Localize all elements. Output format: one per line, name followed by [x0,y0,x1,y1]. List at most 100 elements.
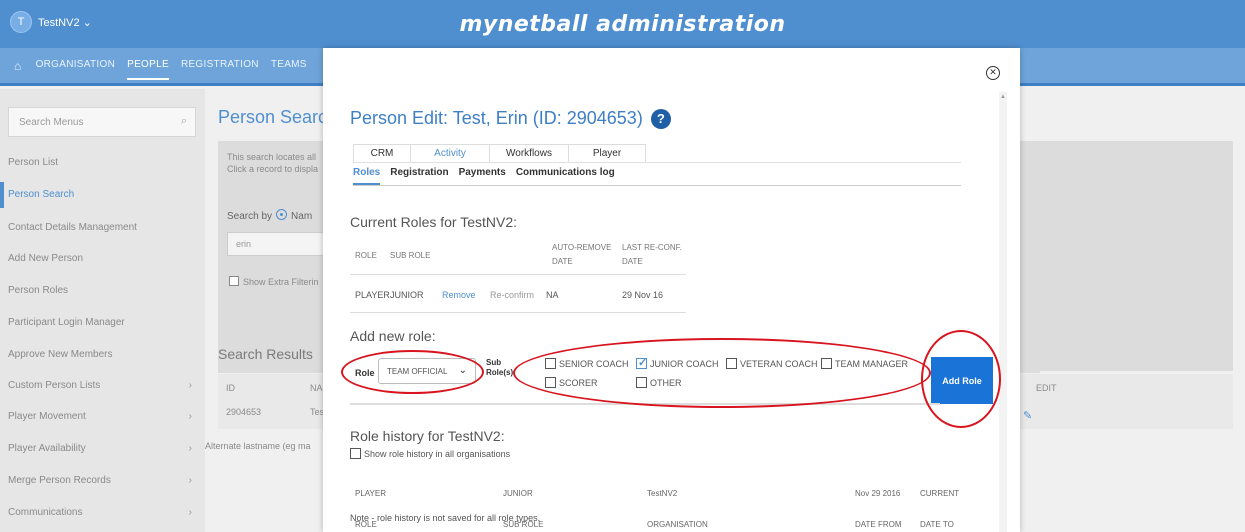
help-icon[interactable]: ? [650,108,671,129]
checkbox-team-manager[interactable]: TEAM MANAGER [821,358,908,369]
active-indicator [0,182,4,208]
sub-role-label: Sub Role(s) [486,358,514,377]
tab-payments[interactable]: Payments [459,167,506,185]
current-roles-title: Current Roles for TestNV2: [350,214,518,230]
sidebar-item-person-list[interactable]: Person List [8,157,200,168]
sidebar-item-player-movement[interactable]: Player Movement › [8,411,200,422]
close-icon[interactable]: ✕ [986,66,1000,80]
role-history-title: Role history for TestNV2: [350,428,505,444]
menu-search-input[interactable]: Search Menus ⌕ [8,107,196,137]
col-edit: EDIT [1036,383,1057,393]
chevron-right-icon: › [188,443,192,454]
alternate-lastname-note: Alternate lastname (eg ma [205,441,311,451]
cell-last-reconf: 29 Nov 16 [622,290,664,300]
show-history-checkbox[interactable]: Show role history in all organisations [350,448,510,459]
nav-registration[interactable]: REGISTRATION [181,59,259,80]
tab-registration[interactable]: Registration [390,167,448,185]
tab-player[interactable]: Player [568,144,646,162]
tab-workflows[interactable]: Workflows [489,144,569,162]
sub-tabs: Roles Registration Payments Communicatio… [353,167,615,185]
tabs-divider [353,162,961,163]
scroll-up-icon[interactable]: ▲ [999,94,1007,100]
extra-filter-toggle[interactable]: Show Extra Filterin [229,276,319,287]
hist-col-date-to: DATE TO [920,520,954,529]
nav-teams[interactable]: TEAMS [271,59,307,80]
checkbox-senior-coach[interactable]: SENIOR COACH [545,358,629,369]
sidebar-item-contact-details[interactable]: Contact Details Management [8,222,200,233]
sidebar-item-approve-members[interactable]: Approve New Members [8,349,200,360]
checkbox-other[interactable]: OTHER [636,377,682,388]
col-id: ID [226,383,235,393]
hist-cell-role: PLAYER [355,489,386,498]
hist-cell-sub-role: JUNIOR [503,489,533,498]
col-last-reconf-date: DATE [622,257,643,266]
nav-people[interactable]: PEOPLE [127,59,169,80]
hist-col-organisation: ORGANISATION [647,520,708,529]
sidebar-item-player-availability[interactable]: Player Availability › [8,443,200,454]
person-edit-modal: ✕ ▲ Person Edit: Test, Erin (ID: 2904653… [323,48,1020,532]
remove-link[interactable]: Remove [442,290,476,300]
sub-tabs-divider [353,185,961,186]
home-icon[interactable]: ⌂ [14,59,22,80]
sidebar-item-participant-login[interactable]: Participant Login Manager [8,317,200,328]
tab-communications-log[interactable]: Communications log [516,167,615,185]
add-role-button[interactable]: Add Role [931,357,993,404]
sidebar-item-person-roles[interactable]: Person Roles [8,285,200,296]
col-auto-remove: AUTO-REMOVE [552,243,612,252]
checkbox-junior-coach[interactable]: JUNIOR COACH [636,356,719,369]
reconfirm-link[interactable]: Re-confirm [490,290,534,300]
role-select[interactable]: TEAM OFFICIAL ⌄ [378,358,476,384]
top-bar: T TestNV2 ⌄ mynetball administration [0,0,1245,48]
hist-cell-organisation: TestNV2 [647,489,678,498]
section-divider [350,403,940,405]
sidebar-item-custom-lists[interactable]: Custom Person Lists › [8,380,200,391]
page-title: Person Search [218,107,338,127]
search-description: This search locates all [227,152,317,162]
sidebar-item-communications[interactable]: Communications › [8,507,200,518]
search-panel-right [1005,141,1233,371]
history-note: Note - role history is not saved for all… [350,513,541,523]
sidebar-item-merge-records[interactable]: Merge Person Records › [8,475,200,486]
chevron-right-icon: › [188,380,192,391]
col-auto-remove-date: DATE [552,257,573,266]
col-last-reconf: LAST RE-CONF. [622,243,682,252]
cell-role: PLAYER [355,290,390,300]
hist-col-date-from: DATE FROM [855,520,902,529]
tab-roles[interactable]: Roles [353,167,381,185]
chevron-right-icon: › [188,475,192,486]
top-tabs: CRM Activity Workflows Player [353,144,646,162]
role-select-value: TEAM OFFICIAL [387,367,448,376]
role-label: Role [355,368,375,378]
modal-title: Person Edit: Test, Erin (ID: 2904653) ? [350,108,671,129]
chevron-right-icon: › [188,507,192,518]
add-role-title: Add new role: [350,328,436,344]
edit-pencil-icon[interactable]: ✎ [1023,409,1032,422]
nav-organisation[interactable]: ORGANISATION [36,59,116,80]
search-value-input[interactable]: erin [227,232,327,256]
checkbox-veteran-coach[interactable]: VETERAN COACH [726,358,818,369]
tab-activity[interactable]: Activity [410,144,490,162]
chevron-right-icon: › [188,411,192,422]
col-sub-role: SUB ROLE [390,251,431,260]
sidebar-item-add-new-person[interactable]: Add New Person [8,253,200,264]
search-icon: ⌕ [180,115,187,127]
row-divider [350,312,686,313]
sidebar: Search Menus ⌕ Person List Person Search… [0,89,205,532]
cell-sub-role: JUNIOR [390,290,424,300]
menu-search-placeholder: Search Menus [19,117,84,128]
tab-crm[interactable]: CRM [353,144,411,162]
search-by-row: Search by Nam [227,209,313,222]
row-divider [350,274,686,275]
results-title: Search Results [218,346,313,362]
search-description-2: Click a record to displa [227,164,319,174]
modal-scrollbar[interactable]: ▲ [999,92,1007,532]
app-title: mynetball administration [459,12,786,37]
sidebar-item-person-search[interactable]: Person Search [8,189,200,200]
hist-cell-date-from: Nov 29 2016 [855,489,901,498]
annotation-ellipse-subroles [513,338,931,408]
col-role: ROLE [355,251,377,260]
checkbox-scorer[interactable]: SCORER [545,377,598,388]
row-id[interactable]: 2904653 [226,407,261,417]
radio-name[interactable] [276,209,288,220]
cell-auto-remove: NA [546,290,559,300]
